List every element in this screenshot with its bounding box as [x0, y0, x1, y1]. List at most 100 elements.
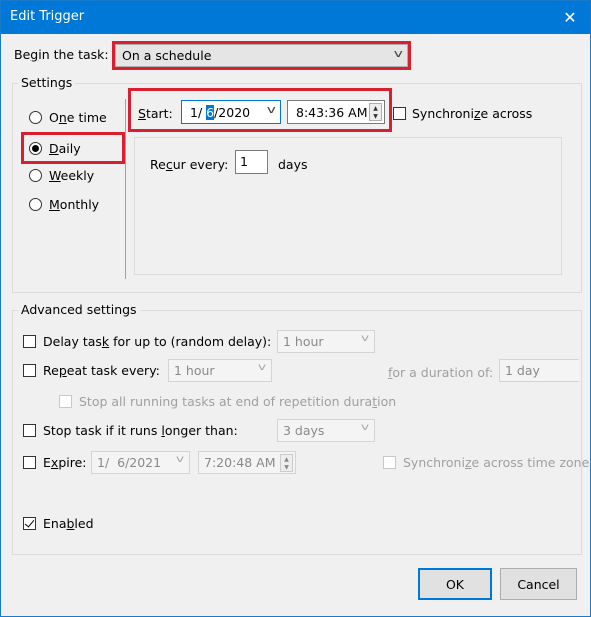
- label-part: e time: [66, 110, 107, 125]
- start-time-value: 8:43:36 AM: [296, 105, 368, 120]
- label-part: for up to (random delay):: [109, 334, 272, 349]
- expire-date-value: 1/ 6/2021: [97, 455, 162, 470]
- vertical-divider: [125, 99, 126, 279]
- label-part: Stop all running tasks at end of repetit…: [79, 394, 373, 409]
- recur-every-input[interactable]: 1: [235, 150, 268, 174]
- radio-label: Weekly: [49, 168, 94, 183]
- repeat-dropdown[interactable]: 1 hour v: [168, 359, 272, 382]
- label-accel: S: [138, 106, 146, 121]
- delay-dropdown[interactable]: 1 hour v: [277, 330, 375, 353]
- label-part: Ena: [43, 516, 67, 531]
- radio-monthly[interactable]: Monthly: [29, 197, 99, 212]
- radio-circle-selected: [29, 141, 42, 155]
- checkbox-label: Enabled: [43, 516, 94, 531]
- expire-checkbox[interactable]: Expire:: [23, 455, 87, 470]
- spin-up-icon[interactable]: ▲: [373, 105, 378, 112]
- radio-one-time[interactable]: One time: [29, 110, 107, 125]
- enabled-checkbox[interactable]: Enabled: [23, 516, 94, 531]
- label-part: Re: [43, 363, 59, 378]
- date-selected-part: 6: [206, 105, 215, 120]
- sync-across-checkbox[interactable]: Synchronize across: [393, 106, 532, 121]
- label-part: in the task:: [38, 47, 109, 62]
- label-part: eekly: [60, 168, 95, 183]
- label-part: tart:: [145, 106, 173, 121]
- radio-weekly[interactable]: Weekly: [29, 168, 94, 183]
- recur-unit: days: [278, 157, 308, 172]
- label-part: Synchroni: [412, 106, 474, 121]
- label-part: aily: [58, 140, 81, 156]
- checkbox-box: [383, 456, 396, 469]
- checkbox-box: [59, 395, 72, 408]
- radio-label: One time: [49, 110, 107, 125]
- label-part: ur every:: [172, 157, 229, 172]
- chevron-down-icon[interactable]: v: [267, 103, 276, 116]
- begin-task-label: Begin the task:: [14, 47, 109, 62]
- radio-label: Daily: [49, 141, 81, 156]
- repeat-value: 1 hour: [174, 363, 215, 378]
- label-accel: c: [165, 157, 173, 172]
- begin-task-dropdown[interactable]: On a schedule v: [112, 41, 411, 70]
- checkbox-label: Stop all running tasks at end of repetit…: [79, 394, 396, 409]
- start-date-picker[interactable]: 1/ 6/2020 v: [181, 100, 281, 124]
- stop-longer-dropdown[interactable]: 3 days v: [277, 419, 375, 442]
- stop-longer-checkbox[interactable]: Stop task if it runs longer than:: [23, 423, 238, 438]
- start-time-picker[interactable]: 8:43:36 AM ▲ ▼: [287, 100, 385, 124]
- label-part: e across: [480, 106, 533, 121]
- label-part: Be: [14, 47, 31, 62]
- begin-task-value: On a schedule: [122, 48, 212, 63]
- checkbox-box: [393, 107, 406, 120]
- radio-circle: [29, 198, 42, 211]
- ok-button[interactable]: OK: [418, 568, 492, 600]
- label-part: Synchroni: [403, 455, 465, 470]
- label-part: onger than:: [164, 423, 238, 438]
- recur-label: Recur every:: [150, 157, 228, 172]
- label-accel: D: [49, 140, 59, 156]
- label-part: Delay tas: [43, 334, 102, 349]
- label-part: led: [74, 516, 94, 531]
- radio-daily[interactable]: Daily: [21, 132, 125, 164]
- delay-task-checkbox[interactable]: Delay task for up to (random delay):: [23, 334, 271, 349]
- expire-date-picker[interactable]: 1/ 6/2021 v: [91, 451, 190, 474]
- chevron-down-icon: v: [360, 422, 370, 433]
- spin-up-icon[interactable]: ▲: [284, 456, 289, 463]
- delay-value: 1 hour: [283, 334, 324, 349]
- label-accel: p: [58, 363, 67, 378]
- cancel-button[interactable]: Cancel: [500, 568, 577, 600]
- label-accel: M: [49, 197, 60, 212]
- date-part: 1/: [190, 105, 207, 120]
- spin-down-icon[interactable]: ▼: [284, 464, 289, 471]
- spin-down-icon[interactable]: ▼: [373, 113, 378, 120]
- checkbox-label: Synchronize across time zone: [403, 455, 589, 470]
- duration-value: 1 day: [505, 363, 540, 378]
- repeat-task-checkbox[interactable]: Repeat task every:: [23, 363, 160, 378]
- label-part: or a duration of:: [392, 365, 494, 380]
- label-part: E: [43, 455, 51, 470]
- label-part: e across time zone: [471, 455, 590, 470]
- checkbox-box: [23, 424, 36, 437]
- time-spinner[interactable]: ▲ ▼: [280, 454, 293, 472]
- settings-group-label: Settings: [18, 75, 76, 90]
- label-part: O: [49, 110, 59, 125]
- label-part: Re: [150, 157, 166, 172]
- expire-time-picker[interactable]: 7:20:48 AM ▲ ▼: [198, 451, 296, 474]
- edit-trigger-dialog: Edit Trigger ✕ Begin the task: On a sche…: [0, 0, 591, 617]
- chevron-down-icon: v: [394, 47, 404, 60]
- label-part: eat task every:: [66, 363, 160, 378]
- expire-sync-checkbox[interactable]: Synchronize across time zone: [383, 455, 589, 470]
- label-part: pire:: [58, 455, 87, 470]
- advanced-settings-label: Advanced settings: [18, 302, 140, 317]
- label-part: Stop task if it runs: [43, 423, 162, 438]
- checkbox-box: [23, 456, 36, 469]
- start-label: Start:: [138, 106, 173, 121]
- radio-label: Monthly: [49, 197, 99, 212]
- stop-all-checkbox[interactable]: Stop all running tasks at end of repetit…: [59, 394, 396, 409]
- checkbox-label: Delay task for up to (random delay):: [43, 334, 271, 349]
- close-icon[interactable]: ✕: [550, 1, 590, 34]
- checkbox-box-checked: [23, 517, 36, 530]
- chevron-down-icon: v: [360, 333, 370, 344]
- time-spinner[interactable]: ▲ ▼: [369, 103, 382, 121]
- radio-circle: [29, 169, 42, 182]
- checkbox-label: Stop task if it runs longer than:: [43, 423, 238, 438]
- duration-dropdown[interactable]: 1 day: [499, 359, 579, 382]
- chevron-down-icon: v: [175, 454, 185, 465]
